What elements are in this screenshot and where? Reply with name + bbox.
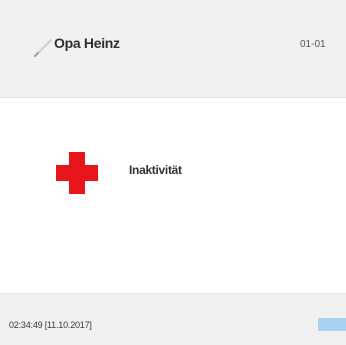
acknowledge-button[interactable] (318, 318, 346, 331)
card-footer: 02:34:49 [11.10.2017] (0, 293, 346, 345)
status-label: Inaktivität (129, 163, 182, 177)
room-number: 01-01 (300, 39, 326, 50)
card-body: Inaktivität (0, 98, 346, 292)
resident-name: Opa Heinz (54, 35, 120, 51)
card-header: Opa Heinz 01-01 (0, 0, 346, 98)
pencil-icon[interactable] (32, 36, 54, 58)
timestamp: 02:34:49 [11.10.2017] (9, 320, 92, 330)
red-cross-icon (52, 148, 102, 198)
resident-card[interactable]: Opa Heinz 01-01 Inaktivität 02:34:49 [11… (0, 0, 346, 345)
